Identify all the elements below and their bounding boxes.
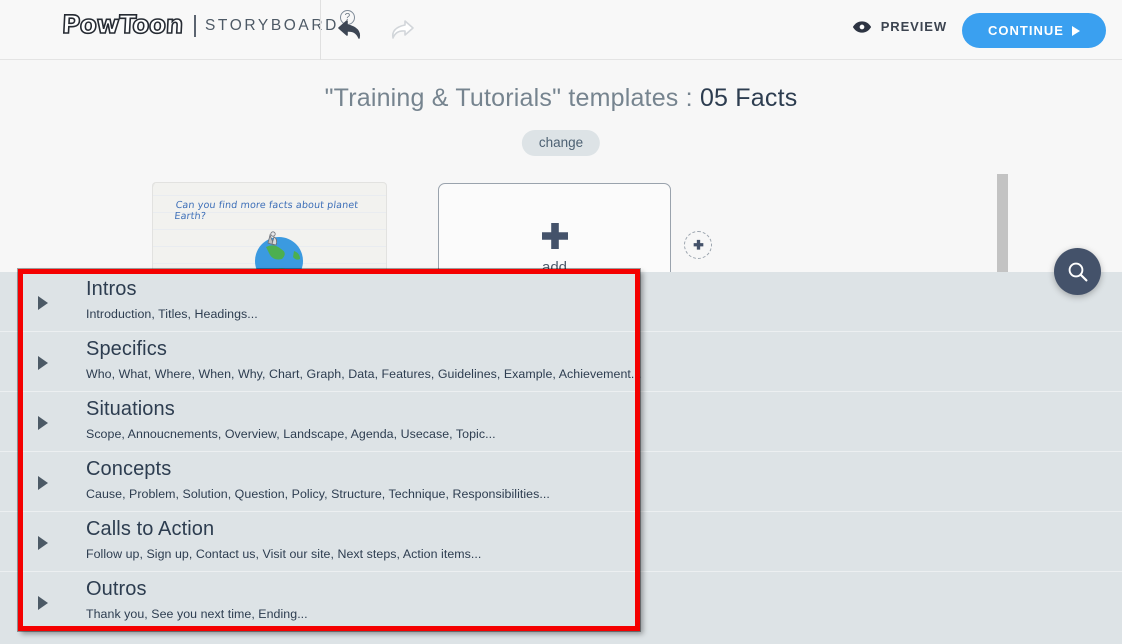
category-row[interactable]: Situations Scope, Annoucnements, Overview…: [0, 392, 1122, 452]
strip-scrollbar[interactable]: [997, 174, 1008, 275]
page-title-name: 05 Facts: [699, 84, 798, 112]
category-title: Intros: [86, 278, 137, 300]
chevron-right-icon[interactable]: [38, 536, 48, 550]
storyboard-label: STORYBOARD: [204, 16, 339, 34]
category-row[interactable]: Specifics Who, What, Where, When, Why, Ch…: [0, 332, 1122, 392]
category-row[interactable]: Calls to Action Follow up, Sign up, Conta…: [0, 512, 1122, 572]
category-title: Situations: [86, 398, 175, 420]
plus-icon: [541, 223, 568, 249]
undo-arrow-glyph: [338, 20, 361, 39]
page-title: "Training & Tutorials" templates : 05 Fa…: [0, 84, 1122, 113]
chevron-right-icon[interactable]: [38, 356, 48, 370]
play-triangle-icon: [1071, 25, 1080, 36]
search-icon: [1068, 262, 1087, 281]
category-description: Cause, Problem, Solution, Question, Poli…: [86, 487, 550, 501]
continue-label: CONTINUE: [988, 23, 1064, 38]
chevron-right-icon[interactable]: [38, 416, 48, 430]
brand-logo[interactable]: PowToon STORYBOARD ?: [60, 9, 355, 40]
page-title-prefix: "Training & Tutorials" templates :: [324, 84, 700, 112]
category-row[interactable]: Outros Thank you, See you next time, Endi…: [0, 572, 1122, 632]
category-title: Concepts: [86, 458, 172, 480]
app-header: PowToon STORYBOARD ? PREVIEW CONTINUE: [0, 0, 1122, 60]
chevron-right-icon[interactable]: [38, 596, 48, 610]
redo-arrow-glyph: [391, 20, 414, 39]
search-button[interactable]: [1054, 248, 1101, 295]
preview-label: PREVIEW: [880, 19, 947, 34]
thumbnail-caption: Can you find more facts about planet Ear…: [173, 200, 359, 222]
redo-arrow-icon[interactable]: [386, 16, 416, 44]
category-title: Calls to Action: [86, 518, 215, 540]
chevron-right-icon[interactable]: [38, 476, 48, 490]
powtoon-wordmark: PowToon: [60, 9, 184, 40]
undo-arrow-icon[interactable]: [336, 16, 366, 44]
category-description: Scope, Annoucnements, Overview, Landscap…: [86, 427, 496, 441]
plus-icon: [693, 239, 703, 250]
category-description: Who, What, Where, When, Why, Chart, Grap…: [86, 367, 642, 381]
category-description: Thank you, See you next time, Ending...: [86, 607, 308, 621]
eye-icon: [852, 20, 871, 33]
category-description: Introduction, Titles, Headings...: [86, 307, 258, 321]
undo-redo-group: [336, 16, 416, 44]
logo-divider: [193, 14, 196, 37]
category-row[interactable]: Concepts Cause, Problem, Solution, Questi…: [0, 452, 1122, 512]
app-root: PowToon STORYBOARD ? PREVIEW CONTINUE "T…: [0, 0, 1122, 644]
chevron-right-icon[interactable]: [38, 296, 48, 310]
header-divider: [320, 0, 321, 60]
category-title: Outros: [86, 578, 147, 600]
category-list: Intros Introduction, Titles, Headings... S…: [0, 272, 1122, 644]
mini-add-slide-button[interactable]: [684, 231, 712, 259]
preview-button[interactable]: PREVIEW: [852, 19, 947, 34]
category-row[interactable]: Intros Introduction, Titles, Headings...: [0, 272, 1122, 332]
continue-button[interactable]: CONTINUE: [962, 13, 1106, 48]
category-title: Specifics: [86, 338, 167, 360]
category-description: Follow up, Sign up, Contact us, Visit ou…: [86, 547, 482, 561]
change-template-button[interactable]: change: [521, 130, 601, 156]
